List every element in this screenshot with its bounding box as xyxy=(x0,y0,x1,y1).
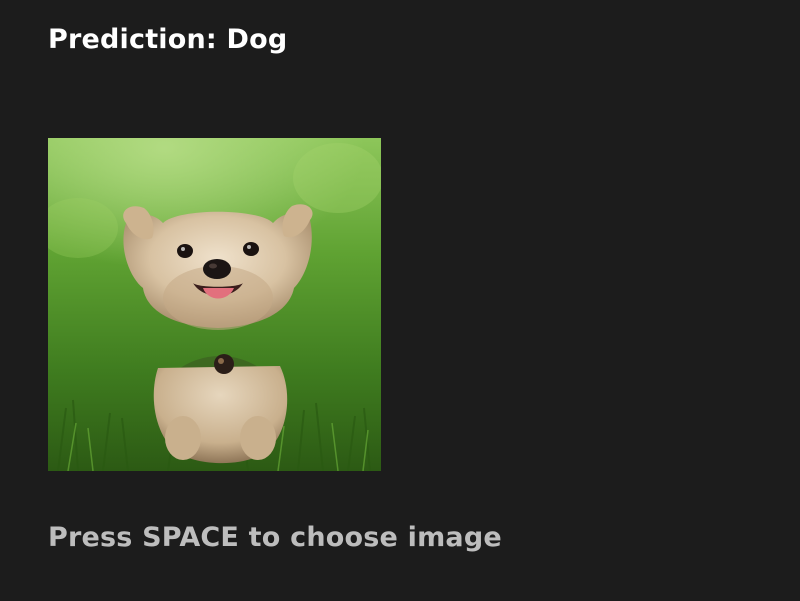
dog-photo-illustration xyxy=(48,138,381,471)
dog-photo xyxy=(48,138,381,471)
prediction-label: Prediction: Dog xyxy=(48,24,288,55)
app-window: Prediction: Dog Press SPACE to choose im… xyxy=(0,0,800,601)
choose-image-hint: Press SPACE to choose image xyxy=(48,522,502,553)
